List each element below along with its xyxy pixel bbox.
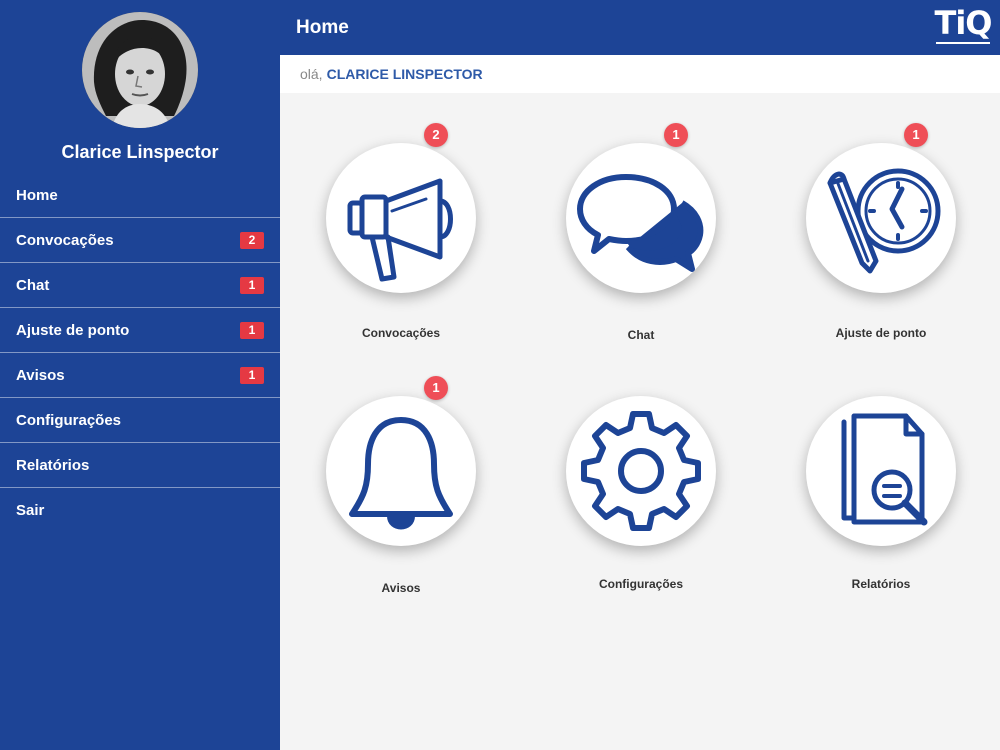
tile-circle[interactable] (566, 143, 716, 293)
sidebar-item-relatorios[interactable]: Relatórios (0, 443, 280, 488)
sidebar-item-label: Sair (16, 502, 45, 519)
sidebar-item-sair[interactable]: Sair (0, 488, 280, 533)
tile-circle[interactable] (806, 143, 956, 293)
notification-badge: 2 (240, 231, 264, 249)
tile-circle[interactable] (326, 396, 476, 546)
sidebar-item-label: Ajuste de ponto (16, 321, 130, 339)
notification-badge: 1 (240, 366, 264, 384)
sidebar-item-label: Chat (16, 276, 50, 294)
notification-badge: 1 (424, 376, 448, 400)
notification-badge: 1 (664, 123, 688, 147)
greeting-user-name: CLARICE LINSPECTOR (326, 66, 483, 82)
sidebar-nav: Home Convocações 2 Chat 1 Ajuste de pont… (0, 173, 280, 533)
tile-circle[interactable] (326, 143, 476, 293)
sidebar-item-configuracoes[interactable]: Configurações (0, 398, 280, 443)
avatar[interactable] (82, 12, 198, 128)
tile-avisos[interactable]: 1 Avisos (281, 376, 521, 596)
tile-label: Ajuste de ponto (835, 326, 927, 340)
app-logo: TiQ (932, 4, 994, 48)
tile-convocacoes[interactable]: 2 Convocações (281, 123, 521, 343)
sidebar-item-label: Home (16, 186, 58, 204)
sidebar-item-label: Avisos (16, 366, 65, 384)
sidebar-item-chat[interactable]: Chat 1 (0, 263, 280, 308)
greeting-bar: olá, CLARICE LINSPECTOR (280, 55, 1000, 93)
report-search-icon (841, 413, 928, 526)
tile-label: Chat (627, 328, 655, 342)
sidebar-item-label: Configurações (16, 411, 122, 429)
tile-label: Configurações (598, 577, 683, 591)
logo-underline (936, 42, 990, 44)
notification-badge: 1 (240, 321, 264, 339)
megaphone-icon (347, 178, 453, 282)
tile-relatorios[interactable]: Relatórios (761, 396, 1000, 596)
user-name: Clarice Linspector (61, 142, 219, 162)
tile-label: Convocações (361, 326, 441, 340)
tile-circle[interactable] (806, 396, 956, 546)
tile-label: Avisos (381, 581, 421, 595)
avatar-photo (82, 12, 198, 128)
sidebar-item-ajuste-de-ponto[interactable]: Ajuste de ponto 1 (0, 308, 280, 353)
logo-text: TiQ (934, 4, 993, 42)
sidebar-item-label: Relatórios (16, 456, 90, 474)
sidebar: Clarice Linspector Home Convocações 2 Ch… (0, 0, 280, 750)
tile-configuracoes[interactable]: Configurações (521, 396, 761, 596)
gear-icon (581, 411, 701, 531)
bell-icon (349, 417, 453, 530)
pencil-clock-icon (827, 168, 941, 274)
tile-circle[interactable] (566, 396, 716, 546)
page-title: Home (296, 16, 349, 38)
notification-badge: 1 (240, 276, 264, 294)
sidebar-item-home[interactable]: Home (0, 173, 280, 218)
notification-badge: 2 (424, 123, 448, 147)
header: Home TiQ (280, 0, 1000, 55)
tile-ajuste-de-ponto[interactable]: 1 Ajuste de ponto (761, 123, 1000, 343)
sidebar-item-avisos[interactable]: Avisos 1 (0, 353, 280, 398)
chat-bubbles-icon (577, 174, 704, 272)
tile-label: Relatórios (851, 577, 911, 591)
tile-chat[interactable]: 1 Chat (521, 123, 761, 343)
sidebar-item-convocacoes[interactable]: Convocações 2 (0, 218, 280, 263)
greeting-text: olá, (300, 66, 323, 82)
notification-badge: 1 (904, 123, 928, 147)
sidebar-item-label: Convocações (16, 231, 114, 249)
